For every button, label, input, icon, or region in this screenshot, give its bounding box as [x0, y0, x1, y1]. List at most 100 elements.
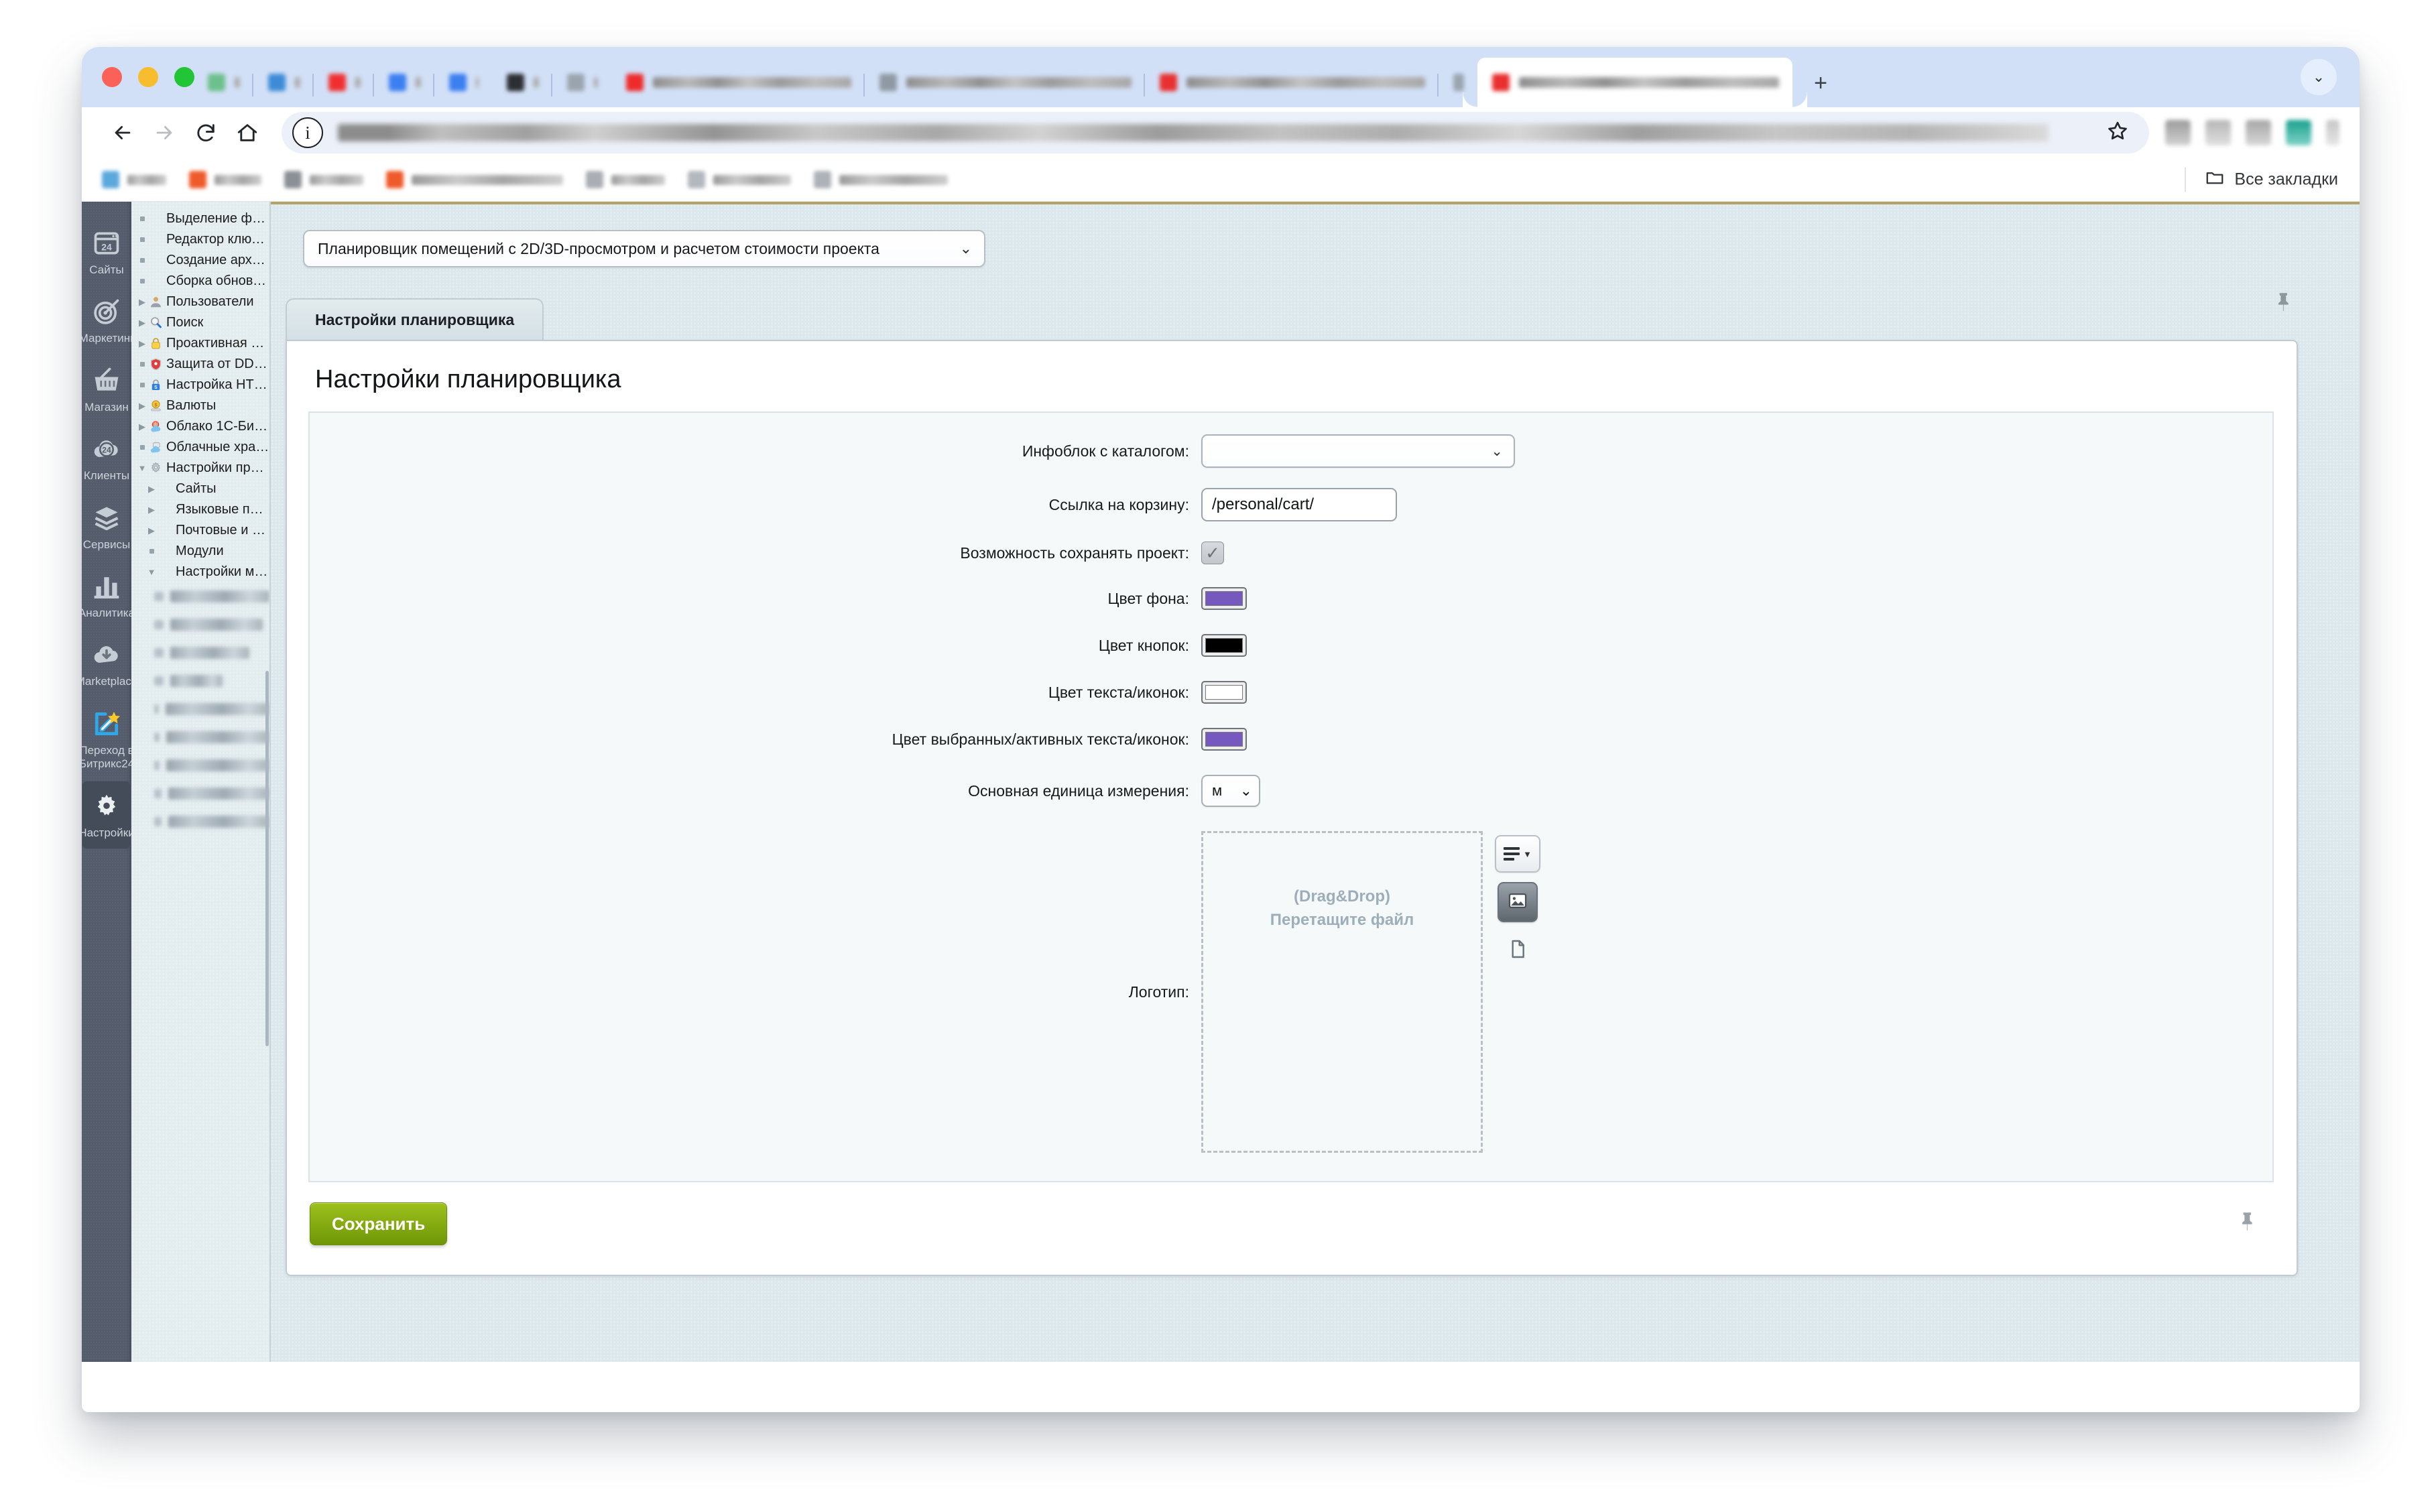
new-tab-button[interactable]: +	[1802, 64, 1839, 102]
browser-tab[interactable]	[552, 58, 611, 107]
tree-scrollbar[interactable]	[265, 671, 269, 1046]
tree-item-oblachnye-hranilishcha[interactable]: Облачные хранилища	[131, 437, 269, 458]
bookmark-item[interactable]	[586, 171, 665, 188]
rail-item-store[interactable]: Магазин	[82, 355, 131, 424]
browser-tab[interactable]	[492, 58, 552, 107]
tree-item-sayty[interactable]: ▶ Сайты	[131, 479, 269, 499]
background-color-swatch[interactable]	[1201, 587, 1247, 610]
pin-icon[interactable]	[2236, 1210, 2259, 1236]
tree-item-module-setting[interactable]	[131, 808, 269, 836]
browser-tab[interactable]	[374, 58, 434, 107]
rail-item-settings[interactable]: Настройки	[82, 781, 131, 849]
tree-item-moduli[interactable]: Модули	[131, 541, 269, 562]
cart-link-input[interactable]: /personal/cart/	[1201, 488, 1397, 521]
active-text-color-swatch[interactable]	[1201, 728, 1247, 751]
browser-tab[interactable]	[611, 58, 865, 107]
infoblock-select[interactable]: ⌄	[1201, 434, 1515, 468]
tree-item-oblako-1c-bitrix[interactable]: ▶ Облако 1С-Битрикс	[131, 416, 269, 437]
chevron-right-icon[interactable]: ▶	[137, 318, 147, 328]
extension-icon[interactable]	[2205, 120, 2231, 145]
tree-item-sozdanie-arhiva[interactable]: Создание архива	[131, 250, 269, 271]
browser-tab[interactable]	[434, 58, 492, 107]
address-bar[interactable]: i	[282, 112, 2149, 153]
tree-item-nastroyki-moduley[interactable]: ▼ Настройки модулей	[131, 562, 269, 582]
tree-item-module-setting[interactable]	[131, 639, 269, 667]
browser-tab-active[interactable]	[1477, 58, 1792, 107]
tab-planner-settings[interactable]: Настройки планировщика	[286, 298, 544, 340]
reload-button[interactable]	[185, 112, 227, 153]
chevron-right-icon[interactable]: ▶	[146, 525, 157, 536]
tree-item-vydelenie-fraz[interactable]: Выделение фраз	[131, 208, 269, 229]
tree-item-redaktor-klyuchey[interactable]: Редактор ключей	[131, 229, 269, 250]
chevron-down-icon[interactable]: ▼	[146, 567, 157, 577]
tab-search-button[interactable]: ⌄	[2301, 59, 2337, 95]
tree-item-module-setting[interactable]	[131, 723, 269, 751]
logo-menu-button[interactable]: ▼	[1495, 835, 1540, 873]
tree-item-module-setting[interactable]	[131, 611, 269, 639]
rail-item-bitrix24[interactable]: Переход в Битрикс24	[82, 698, 131, 781]
minimize-window-button[interactable]	[138, 67, 158, 87]
tree-item-nastroyka-https[interactable]: S Настройка HTTPS	[131, 375, 269, 395]
bookmark-item[interactable]	[386, 171, 563, 188]
zoom-window-button[interactable]	[174, 67, 194, 87]
browser-menu-icon[interactable]	[2326, 120, 2339, 145]
module-select[interactable]: Планировщик помещений с 2D/3D-просмотром…	[303, 230, 985, 267]
chevron-right-icon[interactable]: ▶	[137, 297, 147, 308]
unit-select[interactable]: м ⌄	[1201, 775, 1260, 807]
bookmark-star-icon[interactable]	[2106, 120, 2129, 146]
rail-item-analytics[interactable]: Аналитика	[82, 561, 131, 629]
extension-icon[interactable]	[2286, 120, 2311, 145]
bookmark-item[interactable]	[189, 171, 261, 188]
all-bookmarks-button[interactable]: Все закладки	[2185, 168, 2338, 192]
bookmark-item[interactable]	[102, 171, 166, 188]
close-window-button[interactable]	[102, 67, 122, 87]
logo-file-button[interactable]	[1499, 932, 1536, 969]
tree-item-module-setting[interactable]	[131, 751, 269, 779]
browser-tab[interactable]	[253, 58, 314, 107]
tree-item-polzovateli[interactable]: ▶ Пользователи	[131, 292, 269, 312]
tree-item-module-setting[interactable]	[131, 779, 269, 808]
tree-item-yazykovye-parametry[interactable]: ▶ Языковые параметры	[131, 499, 269, 520]
button-color-swatch[interactable]	[1201, 634, 1247, 657]
text-color-swatch[interactable]	[1201, 681, 1247, 704]
tree-item-nastroyki-produkta[interactable]: ▼ Настройки продукта	[131, 458, 269, 479]
rail-item-services[interactable]: Сервисы	[82, 493, 131, 561]
logo-image-button[interactable]	[1498, 882, 1538, 922]
tree-item-sborka-obnovleniy[interactable]: Сборка обновлений	[131, 271, 269, 292]
browser-tab[interactable]	[314, 58, 374, 107]
tree-item-module-setting[interactable]	[131, 695, 269, 723]
bookmark-item[interactable]	[284, 171, 363, 188]
bookmark-item[interactable]	[688, 171, 791, 188]
browser-tab[interactable]	[865, 58, 1145, 107]
browser-tab[interactable]	[193, 58, 253, 107]
tree-item-module-setting[interactable]	[131, 667, 269, 695]
tree-item-module-setting[interactable]	[131, 582, 269, 611]
rail-item-marketing[interactable]: Маркетинг	[82, 286, 131, 355]
rail-item-clients[interactable]: 24 Клиенты	[82, 424, 131, 492]
tree-item-poisk[interactable]: ▶ Поиск	[131, 312, 269, 333]
pin-icon[interactable]	[2272, 290, 2295, 316]
chevron-right-icon[interactable]: ▶	[146, 484, 157, 495]
rail-item-sites[interactable]: 24 Сайты	[82, 218, 131, 286]
tree-item-proaktivnaya-zashchita[interactable]: ▶ Проактивная защита	[131, 333, 269, 354]
tree-item-zashchita-ot-ddos[interactable]: Защита от DDoS	[131, 354, 269, 375]
tree-item-pochtovye-i-sms-sobytiya[interactable]: ▶ Почтовые и СМС события	[131, 520, 269, 541]
extension-icon[interactable]	[2246, 120, 2271, 145]
chevron-right-icon[interactable]: ▶	[146, 505, 157, 515]
home-button[interactable]	[227, 112, 268, 153]
save-project-checkbox[interactable]: ✓	[1201, 542, 1224, 564]
save-button[interactable]: Сохранить	[310, 1202, 447, 1245]
chevron-right-icon[interactable]: ▶	[137, 401, 147, 412]
browser-tab[interactable]	[1145, 58, 1439, 107]
chevron-right-icon[interactable]: ▶	[137, 422, 147, 432]
rail-item-marketplace[interactable]: Marketplace	[82, 629, 131, 698]
back-button[interactable]	[102, 112, 143, 153]
forward-button[interactable]	[143, 112, 185, 153]
extension-icon[interactable]	[2165, 120, 2191, 145]
bookmark-item[interactable]	[814, 171, 948, 188]
tree-item-valyuty[interactable]: ▶ $ Валюты	[131, 395, 269, 416]
chevron-down-icon[interactable]: ▼	[137, 463, 147, 473]
site-info-icon[interactable]: i	[292, 117, 323, 148]
chevron-right-icon[interactable]: ▶	[137, 338, 147, 349]
logo-dropzone[interactable]: (Drag&Drop) Перетащите файл	[1201, 831, 1483, 1153]
